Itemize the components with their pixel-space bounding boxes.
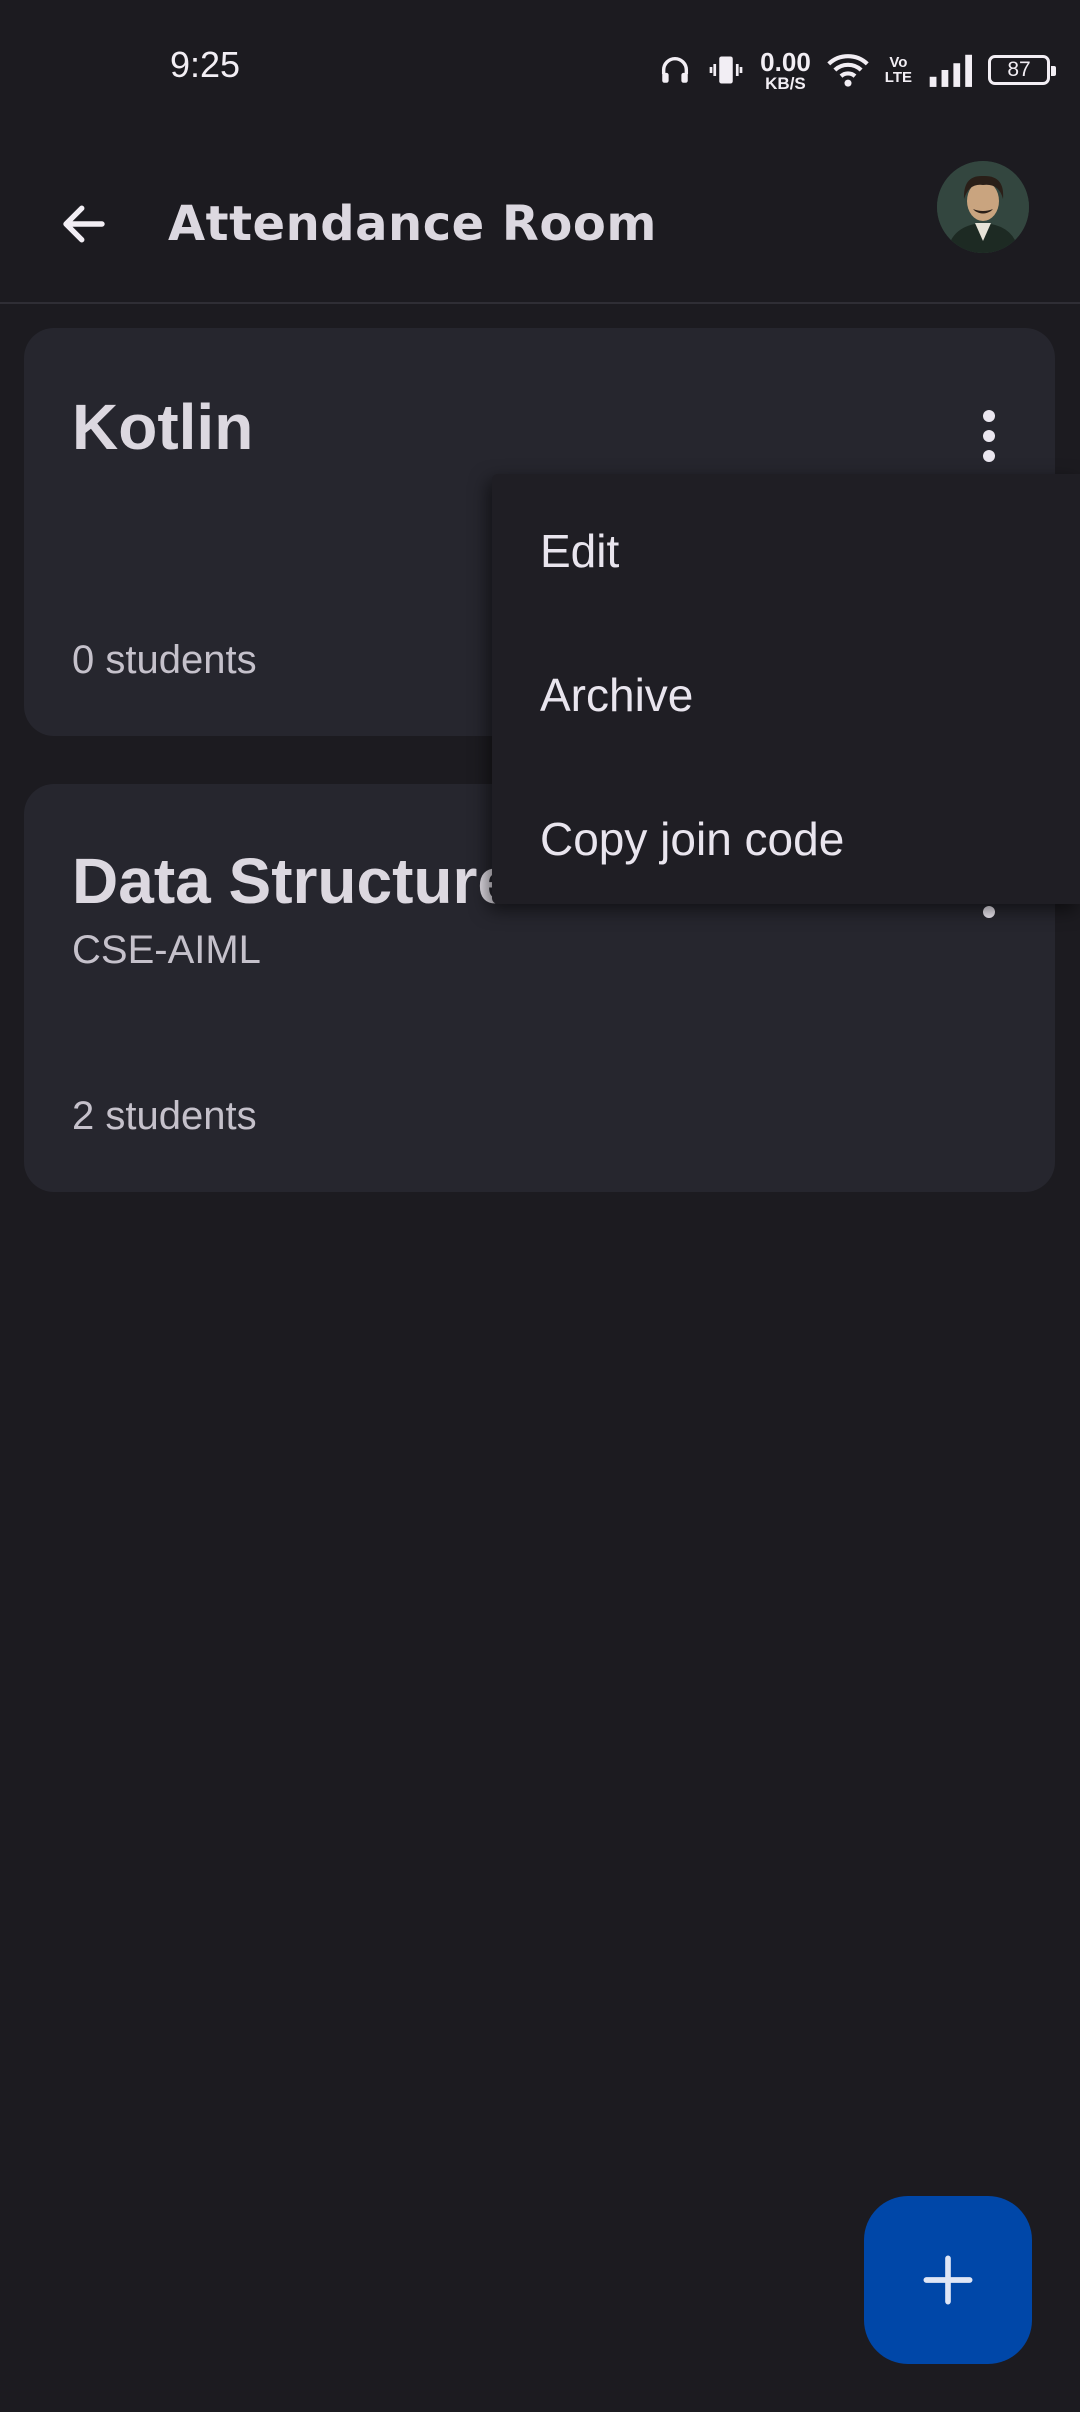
menu-item-archive[interactable]: Archive — [540, 668, 693, 722]
class-subtitle: CSE-AIML — [72, 928, 261, 972]
options-menu: Edit Archive Copy join code — [492, 474, 1080, 904]
class-title: Kotlin — [72, 391, 254, 463]
student-count: 2 students — [72, 1094, 257, 1138]
net-speed-unit: KB/S — [765, 73, 806, 93]
class-title: Data Structures — [72, 845, 549, 917]
wifi-icon — [827, 52, 869, 88]
battery-icon: 87 — [988, 55, 1056, 85]
volte-bottom: LTE — [884, 69, 912, 86]
add-class-button[interactable] — [864, 2196, 1032, 2364]
volte-top: Vo — [889, 54, 908, 71]
volte-indicator: Vo LTE — [885, 55, 912, 85]
vibrate-icon — [708, 52, 744, 88]
status-icons: 0.00 KB/S Vo LTE 87 — [658, 46, 1056, 94]
arrow-back-icon — [63, 205, 105, 243]
back-button[interactable] — [40, 180, 128, 268]
app-bar: Attendance Room — [0, 140, 1080, 304]
more-options-button[interactable] — [959, 396, 1019, 476]
headphones-icon — [658, 53, 692, 87]
more-vert-icon-dot — [983, 430, 995, 442]
net-speed: 0.00 KB/S — [760, 49, 811, 92]
signal-icon — [928, 53, 972, 87]
profile-avatar[interactable] — [937, 161, 1029, 253]
student-count: 0 students — [72, 638, 257, 682]
battery-level: 87 — [1007, 58, 1031, 81]
status-bar: 9:25 0.00 KB/S Vo LTE 87 — [0, 0, 1080, 130]
more-vert-icon-dot — [983, 906, 995, 918]
status-time: 9:25 — [170, 44, 241, 85]
page-title: Attendance Room — [168, 196, 657, 252]
menu-item-copy-join-code[interactable]: Copy join code — [540, 812, 844, 866]
menu-item-edit[interactable]: Edit — [540, 524, 619, 578]
more-vert-icon-dot — [983, 450, 995, 462]
net-speed-value: 0.00 — [760, 46, 811, 77]
more-vert-icon-dot — [983, 410, 995, 422]
add-icon — [923, 2255, 973, 2305]
